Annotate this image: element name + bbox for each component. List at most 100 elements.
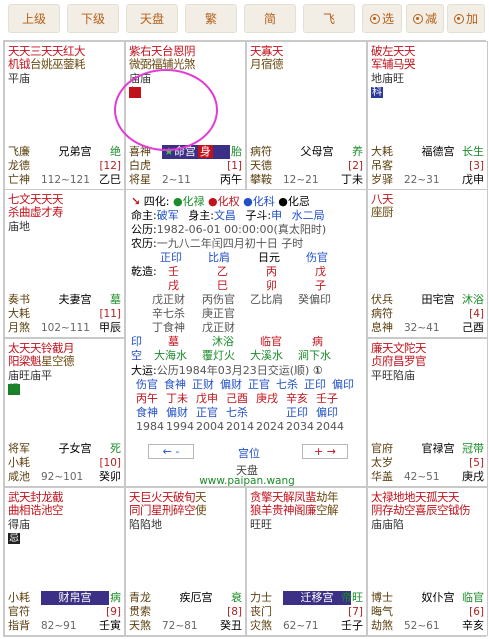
center-info-panel: ↘ 四化: ●化禄 ●化权 ●化科 ●化忌 命主:破军 身主:文昌 子斗:申 水… [125,189,367,487]
nav-next-button[interactable]: + → [302,444,348,459]
age-range: 72~81 [162,620,198,632]
star-group: 破左天天 [371,44,416,58]
palace-index: [5] [469,457,484,469]
star-group: 座厨 [371,205,394,219]
palace-footer: 大耗 吊客 岁驿 福德宫 长生 [3] 22~31 戊申 [371,145,484,187]
brightness: 旺旺 [250,518,272,531]
ganzhi: 庚戌 [462,470,484,483]
star-group: 火天破旬 [151,490,196,504]
star-group: 存劫空喜辰空钺伤 [382,503,471,517]
star-group: 贞府昌 [371,354,405,368]
shensha: 青龙 贯索 天煞 [129,591,151,632]
ganzhi: 丁未 [341,173,363,186]
tianpan-button[interactable]: 天盘 [126,4,178,33]
palace-mao[interactable]: 太天天铃截月 阳梁魁星空德 庙旺庙平 禄 将军 小耗 咸池 子女宫 死 [10]… [4,338,125,487]
next-level-button[interactable]: 下级 [67,4,119,33]
star-group: 星空德 [41,354,75,368]
star-group: 劫年 [316,490,339,504]
star-group: 铃截月 [41,341,75,355]
palace-footer: 伏兵 病符 息神 田宅宫 沐浴 [4] 32~41 己酉 [371,293,484,335]
star-list: 破左天天 军辅马哭 地庙旺 科 [371,45,484,98]
shensha: 奏书 大耗 月煞 [8,293,30,334]
palace-index: [10] [99,457,121,469]
palace-wu[interactable]: 紫右天台恩阴 微弼福辅光煞 庙庙 权 喜神 白虎 将星 ★命宫身 胎 [1] 2… [125,41,246,190]
minus-button[interactable]: 减 [406,4,444,33]
simplified-button[interactable]: 简 [244,4,296,33]
palace-wei[interactable]: 天寡天 月宿德 病符 天德 攀鞍 父母宫 养 [2] 12~21 丁未 [246,41,367,190]
fly-button[interactable]: 飞 [303,4,355,33]
age-range: 92~101 [41,471,84,483]
gongli-row: 公历:1982-06-01 00:00:00(真太阳时) [131,223,327,236]
star-list: 天巨火天破旬天 同门星刑碎空使 陷陷地 [129,490,242,532]
ganzhi: 壬寅 [99,619,121,632]
palace-hai[interactable]: 太禄地地天孤天天 阴存劫空喜辰空钺伤 庙庙陷 博士 晦气 劫煞 奴仆宫 临官 [… [367,487,488,636]
palace-si[interactable]: 天天三天天红大 机钺台姚巫蓥耗 平庙 飞廉 龙德 亡神 兄弟宫 绝 [12] 1… [4,41,125,190]
age-range: 62~71 [283,620,319,632]
star-group: 阳梁魁 [8,354,42,368]
shensha: 将军 小耗 咸池 [8,442,30,483]
changsheng: 长生 [462,145,484,158]
palace-zi[interactable]: 贪擎天解凤蜚劫年 狼羊贵神阁廉空解 旺旺 力士 丧门 灾煞 迁移宫 帝旺 [7]… [246,487,367,636]
ganzhi: 己酉 [462,321,484,334]
star-group: 八天 [371,192,394,206]
star-group: 曲相诰池空 [8,503,64,517]
palace-index: [6] [469,606,484,618]
arrow-icon: ↘ [131,195,141,208]
dayun-row: 大运:公历1984年03月23日交运(顺) ① [131,364,323,377]
brightness: 庙地 [8,220,30,233]
website-link[interactable]: www.paipan.wang [126,475,368,487]
star-list: 天天三天天红大 机钺台姚巫蓥耗 平庙 [8,45,121,86]
palace-footer: 将军 小耗 咸池 子女宫 死 [10] 92~101 癸卯 [8,442,121,484]
brightness: 陷陷地 [129,518,162,531]
star-group: 羊贵神阁廉 [261,503,317,517]
brightness: 平庙 [8,72,30,85]
palace-footer: 青龙 贯索 天煞 疾厄宫 衰 [8] 72~81 癸丑 [129,591,242,633]
palace-index: [11] [99,308,121,320]
palace-you[interactable]: 八天 座厨 伏兵 病符 息神 田宅宫 沐浴 [4] 32~41 己酉 [367,189,488,338]
palace-index: [9] [106,606,121,618]
prev-level-button[interactable]: 上级 [8,4,60,33]
plus-icon [453,13,464,24]
star-group: 台姚巫蓥耗 [30,57,86,71]
star-list: 太禄地地天孤天天 阴存劫空喜辰空钺伤 庙庙陷 [371,491,484,532]
star-group: 罗官 [404,354,427,368]
brightness: 地庙旺 [371,72,404,85]
plus-button[interactable]: 加 [447,4,485,33]
changsheng: 胎 [231,145,242,158]
palace-index: [2] [348,160,363,172]
lu-dot-icon: ● [172,195,183,208]
palace-footer: 官府 太岁 华盖 官禄宫 冠带 [5] 42~51 庚戌 [371,442,484,484]
palace-xu[interactable]: 廉天文陀天 贞府昌罗官 平旺陷庙 官府 太岁 华盖 官禄宫 冠带 [5] 42~… [367,338,488,487]
palace-footer: 博士 晦气 劫煞 奴仆宫 临官 [6] 52~61 辛亥 [371,591,484,633]
palace-chou[interactable]: 天巨火天破旬天 同门星刑碎空使 陷陷地 青龙 贯索 天煞 疾厄宫 衰 [8] 7… [125,487,246,636]
sihua-row: ↘ 四化: ●化禄 ●化权 ●化科 ●化忌 [131,195,310,208]
star-list: 紫右天台恩阴 微弼福辅光煞 庙庙 权 [129,45,242,98]
palace-nav: ← - 宫位 + → [148,444,348,460]
toolbar: 上级 下级 天盘 繁 简 飞 选 减 加 [0,0,489,40]
star-group: 军辅马哭 [371,57,416,71]
shensha: 小耗 官符 指背 [8,591,30,632]
changsheng: 帝旺 [341,591,363,604]
palace-index: [3] [469,160,484,172]
ganzhi: 壬子 [341,619,363,632]
palace-chen[interactable]: 七文天天天 杀曲虚才寿 庙地 奏书 大耗 月煞 夫妻宫 墓 [11] 102~1… [4,189,125,338]
shensha: 飞廉 龙德 亡神 [8,145,30,186]
palace-shen[interactable]: 破左天天 军辅马哭 地庙旺 科 大耗 吊客 岁驿 福德宫 长生 [3] 22~3… [367,41,488,190]
age-range: 82~91 [41,620,77,632]
nav-prev-button[interactable]: ← - [148,444,194,459]
changsheng: 墓 [110,293,121,306]
traditional-button[interactable]: 繁 [185,4,237,33]
star-group: 太天天 [8,341,42,355]
changsheng: 病 [110,591,121,604]
brightness: 平旺陷庙 [371,369,415,382]
age-range: 112~121 [41,174,90,186]
star-group: 天巨 [129,490,152,504]
ganzhi: 辛亥 [462,619,484,632]
shensha: 喜神 白虎 将星 [129,145,151,186]
changsheng: 临官 [462,591,484,604]
select-button[interactable]: 选 [362,4,402,33]
palace-yin[interactable]: 武天封龙截 曲相诰池空 得庙 忌 小耗 官符 指背 财帛宫 病 [9] 82~9… [4,487,125,636]
ganzhi: 癸丑 [220,619,242,632]
ziwei-chart-grid: 天天三天天红大 机钺台姚巫蓥耗 平庙 飞廉 龙德 亡神 兄弟宫 绝 [12] 1… [3,40,488,637]
age-range: 32~41 [404,322,440,334]
